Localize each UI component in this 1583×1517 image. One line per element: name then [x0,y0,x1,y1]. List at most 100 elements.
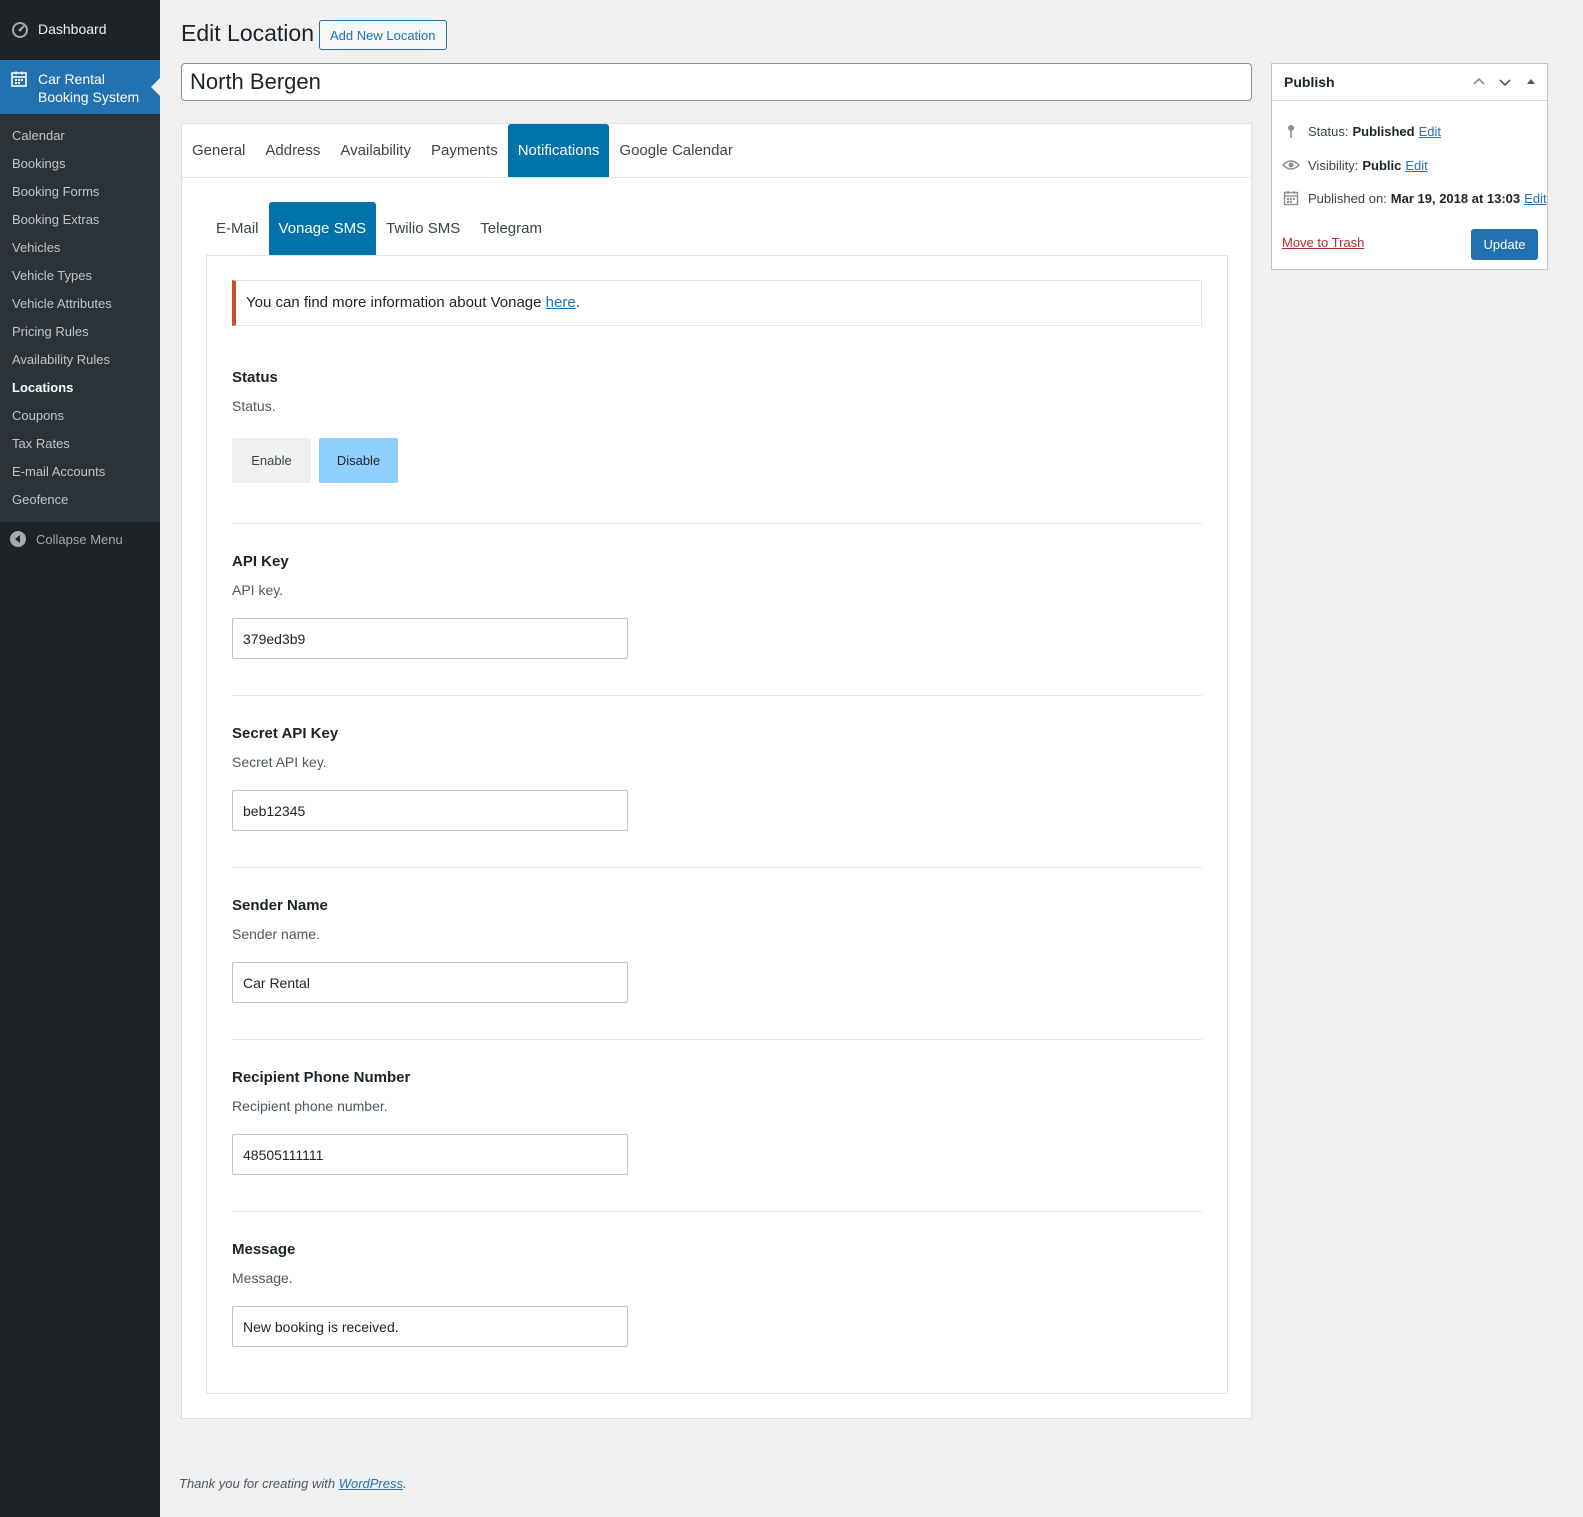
submenu-item-availability-rules[interactable]: Availability Rules [0,346,160,374]
car-rental-submenu: Calendar Bookings Booking Forms Booking … [0,114,160,522]
submenu-item-booking-forms[interactable]: Booking Forms [0,178,160,206]
sender-name-description: Sender name. [232,926,320,942]
submenu-item-email-accounts[interactable]: E-mail Accounts [0,458,160,486]
recipient-phone-input[interactable] [232,1134,628,1175]
pin-icon [1282,122,1300,140]
status-label: Status: [1308,123,1349,139]
submenu-item-tax-rates[interactable]: Tax Rates [0,430,160,458]
collapse-menu-button[interactable]: Collapse Menu [0,522,160,556]
menu-item-car-rental-line1: Car Rental [38,71,105,87]
submenu-item-vehicles[interactable]: Vehicles [0,234,160,262]
vonage-info-notice: You can find more information about Vona… [232,280,1202,326]
calendar-icon [10,70,30,90]
update-button[interactable]: Update [1471,229,1538,260]
publish-date-row: Published on: Mar 19, 2018 at 13:03 Edit [1282,188,1547,208]
collapse-menu-label: Collapse Menu [36,531,123,547]
edit-date-link[interactable]: Edit [1524,191,1546,206]
publish-title: Publish [1284,74,1335,90]
chevron-down-icon[interactable] [1495,72,1515,92]
edit-visibility-link[interactable]: Edit [1405,158,1427,173]
menu-item-car-rental[interactable]: Car Rental Booking System [0,60,160,114]
notice-here-link[interactable]: here [546,294,576,311]
status-toggle-group: Enable Disable [232,438,1202,483]
subtab-email[interactable]: E-Mail [206,202,269,255]
divider [232,1211,1202,1212]
submenu-item-coupons[interactable]: Coupons [0,402,160,430]
divider [232,695,1202,696]
sender-name-label: Sender Name [232,897,328,914]
message-input[interactable] [232,1306,628,1347]
menu-item-dashboard-label: Dashboard [38,21,107,37]
vonage-sms-panel: You can find more information about Vona… [206,255,1228,1394]
subtab-twilio-sms[interactable]: Twilio SMS [376,202,470,255]
menu-item-dashboard[interactable]: Dashboard [0,0,160,58]
admin-footer: Thank you for creating with WordPress. [179,1476,407,1491]
divider [232,1039,1202,1040]
visibility-label: Visibility: [1308,157,1359,173]
subtab-vonage-sms[interactable]: Vonage SMS [268,202,377,255]
api-key-label: API Key [232,553,289,570]
menu-item-car-rental-line2: Booking System [38,89,140,105]
publish-visibility-row: Visibility: Public Edit [1282,155,1428,175]
api-key-field: API Key API key. [232,553,1202,659]
submenu-item-calendar[interactable]: Calendar [0,122,160,150]
divider [232,867,1202,868]
notice-suffix: . [575,294,580,311]
tab-general[interactable]: General [182,124,255,177]
footer-text: Thank you for creating with [179,1476,339,1491]
tab-notifications[interactable]: Notifications [507,124,610,177]
dashboard-gauge-icon [10,19,30,39]
tab-payments[interactable]: Payments [421,124,508,177]
footer-wordpress-link[interactable]: WordPress [339,1476,403,1491]
tab-address[interactable]: Address [255,124,330,177]
divider [232,523,1202,524]
submenu-item-bookings[interactable]: Bookings [0,150,160,178]
submenu-item-geofence[interactable]: Geofence [0,486,160,514]
toggle-panel-icon[interactable] [1521,72,1541,92]
eye-icon [1282,156,1300,174]
sender-name-field: Sender Name Sender name. [232,897,1202,1003]
recipient-phone-description: Recipient phone number. [232,1098,388,1114]
status-disable-button[interactable]: Disable [319,438,398,483]
api-key-input[interactable] [232,618,628,659]
submenu-item-booking-extras[interactable]: Booking Extras [0,206,160,234]
publish-status-row: Status: Published Edit [1282,121,1441,141]
status-field: Status Status. Enable Disable [232,369,1202,483]
recipient-phone-label: Recipient Phone Number [232,1069,411,1086]
post-title-input[interactable] [181,63,1252,101]
secret-api-key-description: Secret API key. [232,754,327,770]
published-on-value: Mar 19, 2018 at 13:03 [1390,190,1521,206]
settings-tabs: General Address Availability Payments No… [182,124,1251,178]
publish-box: Publish Status: Published Edit Visibilit… [1271,63,1548,270]
message-field: Message Message. [232,1241,1202,1347]
published-on-label: Published on: [1308,190,1387,206]
submenu-item-locations[interactable]: Locations [0,374,160,402]
notification-subtabs: E-Mail Vonage SMS Twilio SMS Telegram [206,202,552,255]
edit-status-link[interactable]: Edit [1419,124,1441,139]
status-value: Published [1352,123,1415,139]
tab-google-calendar[interactable]: Google Calendar [609,124,742,177]
subtab-telegram[interactable]: Telegram [470,202,552,255]
notice-text: You can find more information about Vona… [246,294,546,311]
submenu-item-vehicle-attributes[interactable]: Vehicle Attributes [0,290,160,318]
add-new-location-button[interactable]: Add New Location [319,20,447,50]
status-enable-button[interactable]: Enable [232,438,311,483]
submenu-item-pricing-rules[interactable]: Pricing Rules [0,318,160,346]
message-label: Message [232,1241,296,1258]
publish-box-header: Publish [1272,64,1547,101]
admin-sidebar: Dashboard Car Rental Booking System Cale… [0,0,160,1517]
visibility-value: Public [1362,157,1402,173]
secret-api-key-input[interactable] [232,790,628,831]
sender-name-input[interactable] [232,962,628,1003]
page-title: Edit Location [181,20,314,46]
submenu-item-vehicle-types[interactable]: Vehicle Types [0,262,160,290]
secret-api-key-field: Secret API Key Secret API key. [232,725,1202,831]
move-to-trash-link[interactable]: Move to Trash [1282,235,1364,250]
secret-api-key-label: Secret API Key [232,725,339,742]
publish-box-controls [1469,72,1541,92]
message-description: Message. [232,1270,293,1286]
tab-availability[interactable]: Availability [330,124,421,177]
calendar-icon [1282,189,1300,207]
chevron-up-icon[interactable] [1469,72,1489,92]
api-key-description: API key. [232,582,284,598]
